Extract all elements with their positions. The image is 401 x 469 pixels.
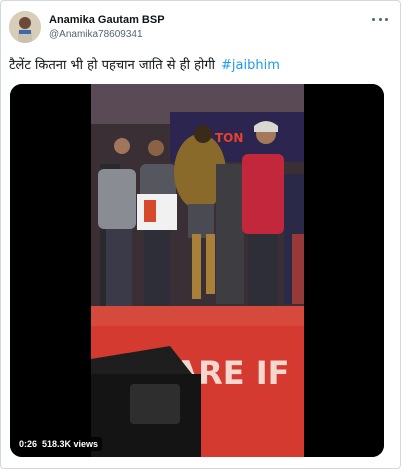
more-horizontal-icon (372, 17, 375, 21)
video-stats-badge: 0:26 518.3K views (15, 437, 103, 451)
sign-text: TON (215, 131, 243, 145)
avatar[interactable] (9, 11, 41, 43)
hashtag-link[interactable]: #jaibhim (221, 58, 280, 73)
tweet-card[interactable]: Anamika Gautam BSP @Anamika78609341 टैले… (0, 0, 401, 469)
video-frame: TON WE ARE IF (10, 84, 384, 457)
more-options-button[interactable] (372, 13, 388, 25)
tweet-text: टैलेंट कितना भी हो पहचान जाति से ही होगी… (9, 55, 280, 73)
video-player[interactable]: TON WE ARE IF (10, 84, 384, 457)
author-display-name[interactable]: Anamika Gautam BSP (49, 14, 165, 26)
video-views: 518.3K views (42, 439, 99, 449)
author-handle[interactable]: @Anamika78609341 (49, 29, 143, 40)
video-duration: 0:26 (19, 439, 38, 449)
tweet-body: टैलेंट कितना भी हो पहचान जाति से ही होगी (9, 58, 216, 73)
